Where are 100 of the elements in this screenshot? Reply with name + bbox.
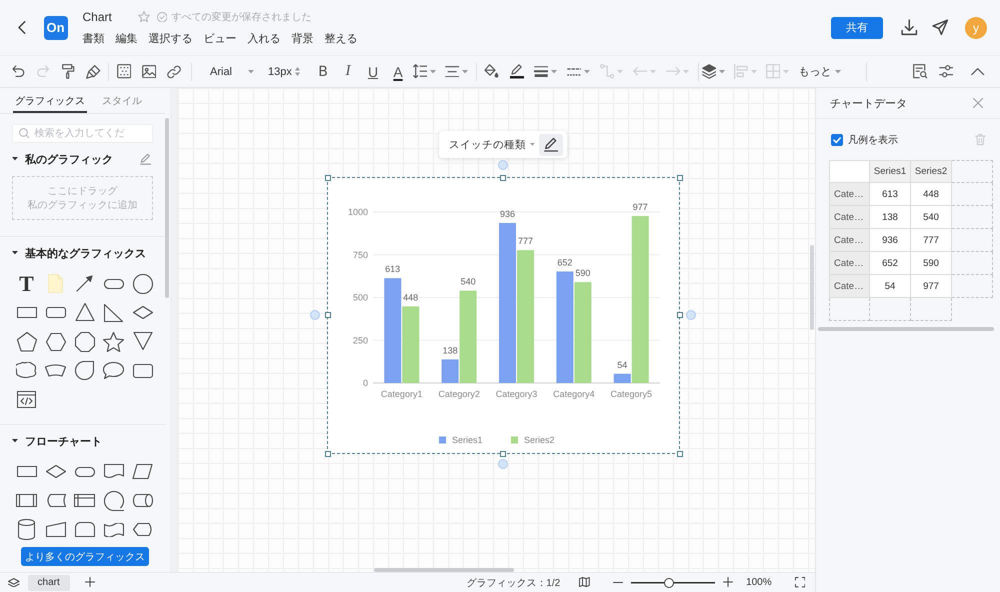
sheet-tab[interactable]: chart bbox=[28, 574, 70, 590]
menu-item[interactable]: ビュー bbox=[204, 30, 236, 46]
layers-icon[interactable] bbox=[8, 578, 20, 588]
share-button[interactable]: 共有 bbox=[831, 16, 883, 38]
fullscreen-icon[interactable] bbox=[794, 577, 805, 588]
circle-with-tail-icon[interactable] bbox=[104, 490, 124, 510]
menu-item[interactable]: 整える bbox=[324, 30, 358, 46]
hexagon-icon[interactable] bbox=[46, 332, 66, 350]
code-block-icon[interactable] bbox=[17, 391, 36, 408]
undo-icon[interactable] bbox=[12, 65, 25, 78]
edit-button[interactable] bbox=[539, 134, 563, 156]
resize-handle[interactable] bbox=[324, 174, 330, 180]
download-icon[interactable] bbox=[901, 19, 918, 36]
italic-button[interactable]: I bbox=[336, 60, 360, 82]
bold-button[interactable]: B bbox=[310, 60, 336, 82]
arrow-icon[interactable] bbox=[76, 275, 93, 292]
table-cell[interactable]: 54 bbox=[870, 275, 911, 298]
table-cell[interactable]: 777 bbox=[911, 229, 952, 252]
expand-caret-icon[interactable] bbox=[12, 157, 18, 161]
font-size-spinner[interactable]: 13px bbox=[264, 60, 303, 82]
pill-shape-icon[interactable] bbox=[104, 278, 124, 288]
column-header[interactable]: Series2 bbox=[911, 160, 952, 183]
font-color-button[interactable]: A bbox=[386, 60, 410, 82]
pill-shape-icon[interactable] bbox=[74, 466, 94, 476]
empty-cell[interactable] bbox=[870, 298, 911, 321]
right-triangle-icon[interactable] bbox=[104, 304, 123, 322]
slider-thumb[interactable] bbox=[664, 578, 674, 588]
menu-item[interactable]: 編集 bbox=[116, 30, 138, 46]
pentagon-icon[interactable] bbox=[16, 332, 36, 352]
table-cell[interactable]: 613 bbox=[870, 183, 911, 206]
star-icon[interactable] bbox=[138, 11, 150, 23]
resize-handle[interactable] bbox=[324, 312, 330, 318]
paint-bucket-icon[interactable] bbox=[484, 64, 499, 79]
plus-icon[interactable] bbox=[723, 577, 734, 588]
chevron-up-icon[interactable] bbox=[971, 68, 985, 76]
text-tool[interactable]: T bbox=[19, 274, 34, 294]
font-family-select[interactable]: Arial bbox=[196, 60, 258, 82]
more-shapes-button[interactable]: より多くのグラフィックス bbox=[21, 547, 149, 566]
row-header[interactable]: Cate… bbox=[829, 206, 870, 229]
resize-handle[interactable] bbox=[676, 174, 682, 180]
document-title[interactable]: Chart bbox=[82, 10, 112, 24]
back-icon[interactable] bbox=[18, 21, 26, 34]
table-cell[interactable]: 540 bbox=[911, 206, 952, 229]
dotted-square-icon[interactable] bbox=[116, 64, 132, 79]
paint-roller-icon[interactable] bbox=[62, 64, 75, 79]
empty-cell[interactable] bbox=[829, 298, 870, 321]
checkbox-label[interactable]: 凡例を表示 bbox=[848, 133, 898, 147]
more-menu-button[interactable]: もっと bbox=[798, 60, 840, 82]
chart-type-dropdown[interactable]: スイッチの種類 bbox=[449, 134, 535, 154]
table-cell[interactable]: 652 bbox=[870, 252, 911, 275]
triangle-icon[interactable] bbox=[74, 303, 94, 322]
search-field[interactable]: 検索を入力してくだ bbox=[12, 124, 153, 143]
table-cell[interactable]: 138 bbox=[870, 206, 911, 229]
scrollbar-thumb[interactable] bbox=[374, 568, 514, 572]
display-shape-icon[interactable] bbox=[132, 523, 152, 536]
scrollbar-thumb[interactable] bbox=[165, 118, 169, 298]
plus-icon[interactable] bbox=[84, 577, 95, 588]
double-sided-rectangle-icon[interactable] bbox=[16, 494, 37, 507]
expand-caret-icon[interactable] bbox=[12, 439, 18, 443]
diamond-icon[interactable] bbox=[46, 465, 66, 478]
empty-cell[interactable] bbox=[911, 298, 952, 321]
menu-item[interactable]: 入れる bbox=[248, 30, 280, 46]
octagon-icon[interactable] bbox=[74, 332, 94, 352]
send-icon[interactable] bbox=[932, 19, 948, 36]
link-icon[interactable] bbox=[167, 64, 181, 78]
inverted-triangle-icon[interactable] bbox=[132, 332, 152, 351]
row-header[interactable]: Cate… bbox=[829, 275, 870, 298]
speech-bubble-icon[interactable] bbox=[103, 362, 124, 379]
map-icon[interactable] bbox=[579, 577, 590, 588]
image-icon[interactable] bbox=[142, 64, 156, 78]
cylinder-icon[interactable] bbox=[18, 519, 35, 540]
checkbox[interactable] bbox=[831, 134, 843, 146]
menu-item[interactable]: 書類 bbox=[82, 30, 104, 46]
teardrop-icon[interactable] bbox=[75, 361, 94, 380]
resize-handle[interactable] bbox=[500, 174, 506, 180]
bar-chart[interactable]: 0 250 500 750 1000 Category1 613 448 Category2 138 540 Category3 936 777 Category4 652 590 Category5 54 977 Series1 Series2 bbox=[327, 177, 680, 454]
eraser-icon[interactable] bbox=[86, 64, 101, 78]
minus-icon[interactable] bbox=[612, 582, 624, 584]
table-cell[interactable]: 590 bbox=[911, 252, 952, 275]
resize-handle[interactable] bbox=[324, 450, 330, 456]
horizontal-cylinder-icon[interactable] bbox=[132, 494, 152, 507]
table-cell[interactable]: 448 bbox=[911, 183, 952, 206]
window-rectangle-icon[interactable] bbox=[74, 494, 95, 507]
table-cell[interactable]: 977 bbox=[911, 275, 952, 298]
sliders-icon[interactable] bbox=[938, 65, 954, 78]
expand-caret-icon[interactable] bbox=[12, 251, 18, 255]
table-cell[interactable]: 936 bbox=[870, 229, 911, 252]
curved-trapezoid-icon[interactable] bbox=[45, 364, 66, 377]
menu-item[interactable]: 選択する bbox=[148, 30, 192, 46]
star-shape-icon[interactable] bbox=[103, 332, 124, 352]
document-shape-icon[interactable] bbox=[104, 464, 124, 479]
underline-button[interactable]: U bbox=[360, 60, 386, 82]
document-search-icon[interactable] bbox=[912, 64, 928, 79]
parallelogram-icon[interactable] bbox=[132, 464, 153, 479]
pen-icon[interactable] bbox=[510, 64, 524, 79]
scrollbar-thumb[interactable] bbox=[818, 327, 994, 331]
pencil-icon[interactable] bbox=[140, 153, 151, 165]
diamond-icon[interactable] bbox=[132, 306, 152, 319]
menu-item[interactable]: 背景 bbox=[292, 30, 314, 46]
row-header[interactable]: Cate… bbox=[829, 229, 870, 252]
